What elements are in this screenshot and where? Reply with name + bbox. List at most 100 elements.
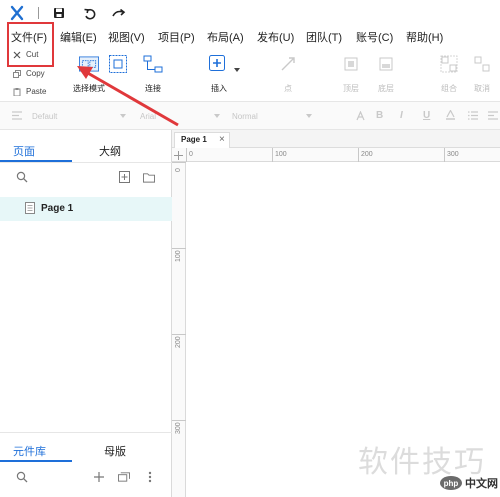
ruler-h-label: 300	[447, 151, 459, 158]
paste-button[interactable]: Paste	[13, 87, 46, 96]
point-icon	[278, 54, 298, 74]
section-divider	[0, 432, 172, 433]
library-search-icon[interactable]	[16, 471, 28, 483]
point-button[interactable]: 点	[268, 54, 308, 94]
font-weight-value: Normal	[232, 112, 258, 121]
titlebar-divider	[38, 7, 39, 19]
add-page-icon[interactable]	[118, 171, 130, 183]
combine-icon	[439, 54, 459, 74]
bold-button[interactable]: B	[376, 110, 383, 121]
send-bottom-label: 底层	[378, 84, 394, 93]
ruler-h-label: 0	[189, 151, 193, 158]
connect-label: 连接	[145, 84, 161, 93]
annotation-highlight-box	[7, 22, 54, 67]
menu-help[interactable]: 帮助(H)	[406, 29, 443, 45]
page-list-item[interactable]: Page 1	[0, 197, 172, 221]
search-icon[interactable]	[16, 171, 28, 183]
font-size-icon[interactable]	[356, 111, 365, 121]
paste-icon	[13, 87, 21, 96]
format-bar: Default Arial Normal B I U	[0, 102, 500, 130]
ruler-v-label: 0	[175, 168, 182, 172]
tab-divider	[0, 162, 172, 163]
point-label: 点	[284, 84, 292, 93]
ruler-h-label: 200	[361, 151, 373, 158]
tab-outline[interactable]: 大纲	[99, 143, 121, 159]
redo-icon[interactable]	[112, 4, 126, 22]
bring-top-label: 顶层	[343, 84, 359, 93]
menu-project[interactable]: 项目(P)	[158, 29, 195, 45]
connect-button[interactable]: 连接	[133, 54, 173, 94]
italic-button[interactable]: I	[400, 110, 403, 121]
page-icon	[25, 202, 35, 214]
close-tab-icon[interactable]: ×	[219, 134, 225, 145]
vertical-ruler: 0 100 200 300	[172, 162, 186, 497]
combine-label: 组合	[441, 84, 457, 93]
insert-dropdown-icon[interactable]	[234, 68, 240, 72]
add-folder-icon[interactable]	[143, 171, 155, 183]
select-mode-icon	[79, 54, 99, 74]
ungroup-label: 取消	[474, 84, 490, 93]
bring-top-icon	[341, 54, 361, 74]
connector-icon	[143, 54, 163, 74]
font-select-value: Arial	[140, 112, 157, 121]
title-bar	[0, 0, 500, 26]
ungroup-button[interactable]: 取消	[462, 54, 500, 94]
horizontal-ruler: 0 100 200 300	[172, 148, 500, 162]
ungroup-icon	[472, 54, 492, 74]
copy-button[interactable]: Copy	[13, 69, 45, 78]
insert-plus-icon	[209, 54, 229, 74]
underline-button[interactable]: U	[423, 110, 430, 121]
document-tab-strip: Page 1 ×	[172, 130, 500, 148]
ruler-origin-icon	[174, 151, 183, 160]
style-icon	[12, 111, 22, 120]
bullet-list-icon[interactable]	[468, 111, 478, 120]
page-item-label: Page 1	[41, 203, 74, 214]
copy-icon	[13, 69, 21, 78]
library-options-icon[interactable]	[118, 471, 130, 483]
align-icon[interactable]	[488, 111, 498, 120]
add-library-icon[interactable]	[93, 471, 105, 483]
tab-library-indicator	[0, 460, 72, 462]
menu-view[interactable]: 视图(V)	[108, 29, 145, 45]
tab-page-name: Page 1	[181, 135, 207, 144]
bring-top-button[interactable]: 顶层	[331, 54, 371, 94]
site-badge: php 中文网	[440, 475, 498, 491]
tab-masters[interactable]: 母版	[104, 443, 126, 459]
php-logo: php	[440, 476, 462, 490]
tab-page-1[interactable]: Page 1 ×	[174, 132, 230, 148]
menu-bar: 文件(F) 编辑(E) 视图(V) 项目(P) 布局(A) 发布(U) 团队(T…	[0, 26, 500, 46]
text-color-icon[interactable]	[446, 110, 455, 120]
style-select[interactable]: Default	[32, 109, 128, 124]
tab-pages[interactable]: 页面	[13, 143, 35, 159]
save-icon[interactable]	[52, 4, 66, 22]
chevron-down-icon	[306, 114, 312, 118]
ruler-v-label: 200	[175, 336, 182, 348]
menu-publish[interactable]: 发布(U)	[257, 29, 294, 45]
main-toolbar: Cut Copy Paste 选择模式 连接 插入 点 顶层 底层 组合 取消	[0, 46, 500, 102]
select-mode-label: 选择模式	[73, 84, 105, 93]
menu-edit[interactable]: 编辑(E)	[60, 29, 97, 45]
copy-label: Copy	[26, 69, 45, 78]
send-bottom-button[interactable]: 底层	[366, 54, 406, 94]
left-panel: 页面 大纲 Page 1 元件库 母版	[0, 130, 172, 497]
more-options-icon[interactable]	[144, 471, 156, 483]
menu-team[interactable]: 团队(T)	[306, 29, 342, 45]
chevron-down-icon	[214, 114, 220, 118]
insert-button[interactable]: 插入	[199, 54, 239, 94]
style-select-value: Default	[32, 112, 58, 121]
ruler-h-label: 100	[275, 151, 287, 158]
send-bottom-icon	[376, 54, 396, 74]
menu-account[interactable]: 账号(C)	[356, 29, 393, 45]
ruler-v-label: 100	[175, 250, 182, 262]
font-select[interactable]: Arial	[140, 109, 222, 124]
tab-library[interactable]: 元件库	[13, 443, 46, 459]
font-weight-select[interactable]: Normal	[232, 109, 314, 124]
select-contained-button[interactable]	[98, 54, 138, 74]
chevron-down-icon	[120, 114, 126, 118]
menu-layout[interactable]: 布局(A)	[207, 29, 244, 45]
site-name: 中文网	[465, 478, 498, 490]
select-contained-icon	[108, 54, 128, 74]
paste-label: Paste	[26, 87, 47, 96]
undo-icon[interactable]	[82, 4, 96, 22]
insert-label: 插入	[211, 84, 227, 93]
